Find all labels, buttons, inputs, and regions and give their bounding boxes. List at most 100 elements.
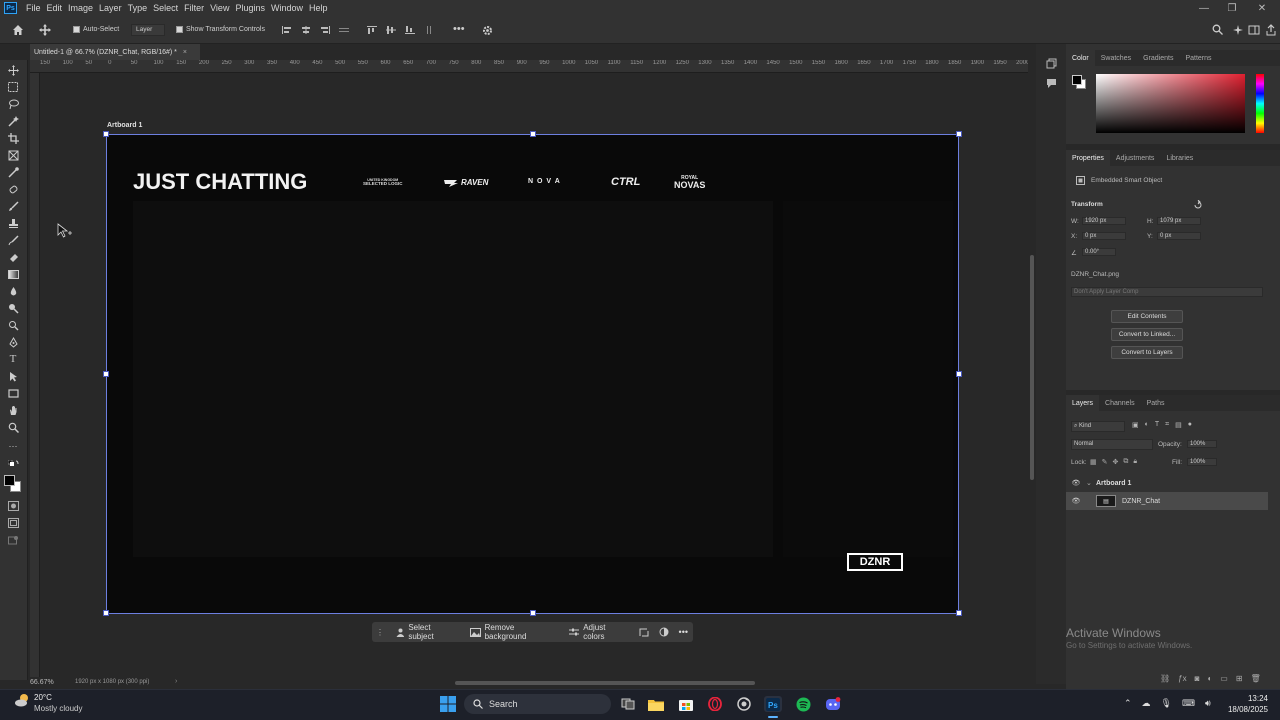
tab-swatches[interactable]: Swatches [1095,55,1137,62]
align-middle-icon[interactable] [386,26,396,34]
move-tool[interactable] [6,64,20,76]
artboard-label[interactable]: Artboard 1 [107,122,142,129]
volume-icon[interactable]: 🔊︎ [1205,698,1211,709]
align-center-icon[interactable] [301,26,311,34]
tab-close-icon[interactable]: × [183,49,187,56]
search-icon[interactable] [1212,24,1223,35]
remove-background-button[interactable]: Remove background [462,623,561,641]
blend-mode-dropdown[interactable]: Normal [1071,439,1153,450]
minimize-icon[interactable]: — [1192,0,1216,16]
move-tool-icon[interactable] [38,24,52,36]
transform-handle-left[interactable] [103,371,109,377]
frame-tool[interactable] [6,149,20,161]
layer-comp-dropdown[interactable]: Don't Apply Layer Comp [1071,287,1263,297]
foreground-color-swatch[interactable] [4,475,15,486]
document-tab[interactable]: Untitled-1 @ 66.7% (DZNR_Chat, RGB/16#) … [30,44,200,60]
lock-artboard-icon[interactable]: ⧉ [1123,458,1128,466]
pixel-filter-icon[interactable]: ▣ [1132,421,1139,429]
menu-filter[interactable]: Filter [184,3,210,13]
tab-channels[interactable]: Channels [1099,400,1141,407]
home-icon[interactable] [12,24,24,36]
menu-image[interactable]: Image [68,3,99,13]
align-right-icon[interactable] [320,26,330,34]
tab-color[interactable]: Color [1066,50,1095,66]
angle-field[interactable]: 0.00° [1082,248,1116,256]
photoshop-logo-icon[interactable]: Ps [4,2,17,14]
onedrive-cloud-icon[interactable]: ☁︎ [1142,698,1151,709]
auto-select-target-dropdown[interactable]: Layer [131,24,165,36]
close-icon[interactable]: ✕ [1250,0,1274,16]
fill-field[interactable]: 100% [1187,458,1217,466]
drag-handle-icon[interactable]: ⋮ [372,628,388,637]
crop-tool[interactable] [6,132,20,144]
history-icon[interactable] [1046,58,1057,69]
align-top-icon[interactable] [367,26,377,34]
tab-paths[interactable]: Paths [1141,400,1171,407]
transform-handle-top-right[interactable] [956,131,962,137]
reset-transform-icon[interactable] [1193,200,1203,209]
distribute-icon[interactable] [339,26,349,34]
rectangle-tool[interactable] [6,387,20,399]
path-selection-tool[interactable] [6,370,20,382]
select-subject-button[interactable]: Select subject [388,623,462,641]
delete-layer-icon[interactable]: 🗑︎ [1251,674,1261,683]
color-picker-field[interactable] [1096,74,1245,133]
opera-gx-icon[interactable] [706,696,724,712]
status-arrow-icon[interactable]: › [175,678,177,685]
tab-layers[interactable]: Layers [1066,395,1100,411]
workspace-icon[interactable] [1248,24,1260,36]
menu-edit[interactable]: Edit [47,3,69,13]
dodge-tool[interactable] [6,302,20,314]
filter-toggle-icon[interactable]: ● [1188,421,1192,429]
chrome-like-app-icon[interactable] [735,696,753,712]
menu-layer[interactable]: Layer [99,3,128,13]
align-left-icon[interactable] [282,26,292,34]
transform-handle-top[interactable] [530,131,536,137]
type-filter-icon[interactable]: T [1155,421,1159,429]
screen-mode-icon[interactable] [6,517,20,529]
tab-adjustments[interactable]: Adjustments [1110,155,1161,162]
pen-tool[interactable] [6,336,20,348]
new-layer-icon[interactable]: ⊞ [1236,674,1243,683]
lasso-tool[interactable] [6,98,20,110]
maximize-icon[interactable]: ❐ [1220,0,1244,16]
discord-icon[interactable] [824,696,842,712]
discover-icon[interactable] [1232,24,1244,36]
transform-icon[interactable] [634,627,654,637]
spotify-icon[interactable] [794,696,812,712]
microphone-icon[interactable]: 🎙︎ [1161,698,1172,709]
zoom-tool-icon[interactable] [6,421,20,433]
gradient-tool[interactable] [6,268,20,280]
shape-filter-icon[interactable]: ⌗ [1165,421,1169,429]
tab-gradients[interactable]: Gradients [1137,55,1179,62]
align-bottom-icon[interactable] [405,26,415,34]
width-field[interactable]: 1920 px [1082,217,1126,225]
adjustment-layer-icon[interactable]: ◐ [1207,674,1212,683]
more-tools-icon[interactable]: ··· [6,440,20,452]
blur-tool[interactable] [6,285,20,297]
hand-tool[interactable] [6,404,20,416]
color-swatches[interactable] [4,475,22,493]
windows-start-icon[interactable] [439,696,457,712]
edit-toolbar-icon[interactable] [6,534,20,546]
transform-handle-top-left[interactable] [103,131,109,137]
new-group-icon[interactable]: ▭ [1220,674,1228,683]
chevron-up-icon[interactable]: ⌃ [1124,698,1132,709]
type-tool[interactable]: T [6,353,20,365]
distribute-vertical-icon[interactable] [424,26,434,34]
horizontal-scrollbar[interactable] [190,680,1022,686]
hue-slider[interactable] [1256,74,1264,133]
menu-window[interactable]: Window [271,3,309,13]
history-brush-tool[interactable] [6,234,20,246]
adjustment-filter-icon[interactable]: ◐ [1145,421,1149,429]
transform-handle-bottom[interactable] [530,610,536,616]
height-field[interactable]: 1079 px [1157,217,1201,225]
layer-row-dznr-chat[interactable]: 👁︎ ▤ DZNR_Chat [1066,492,1268,510]
settings-gear-icon[interactable] [482,25,493,36]
edit-contents-button[interactable]: Edit Contents [1111,310,1183,323]
opacity-field[interactable]: 100% [1187,440,1217,448]
lock-all-icon[interactable]: 🔒︎ [1133,458,1137,466]
clone-stamp-tool[interactable] [6,217,20,229]
layer-filter-kind-dropdown[interactable]: ⌕ Kind [1071,421,1125,432]
fg-bg-swatch[interactable] [1072,75,1086,89]
